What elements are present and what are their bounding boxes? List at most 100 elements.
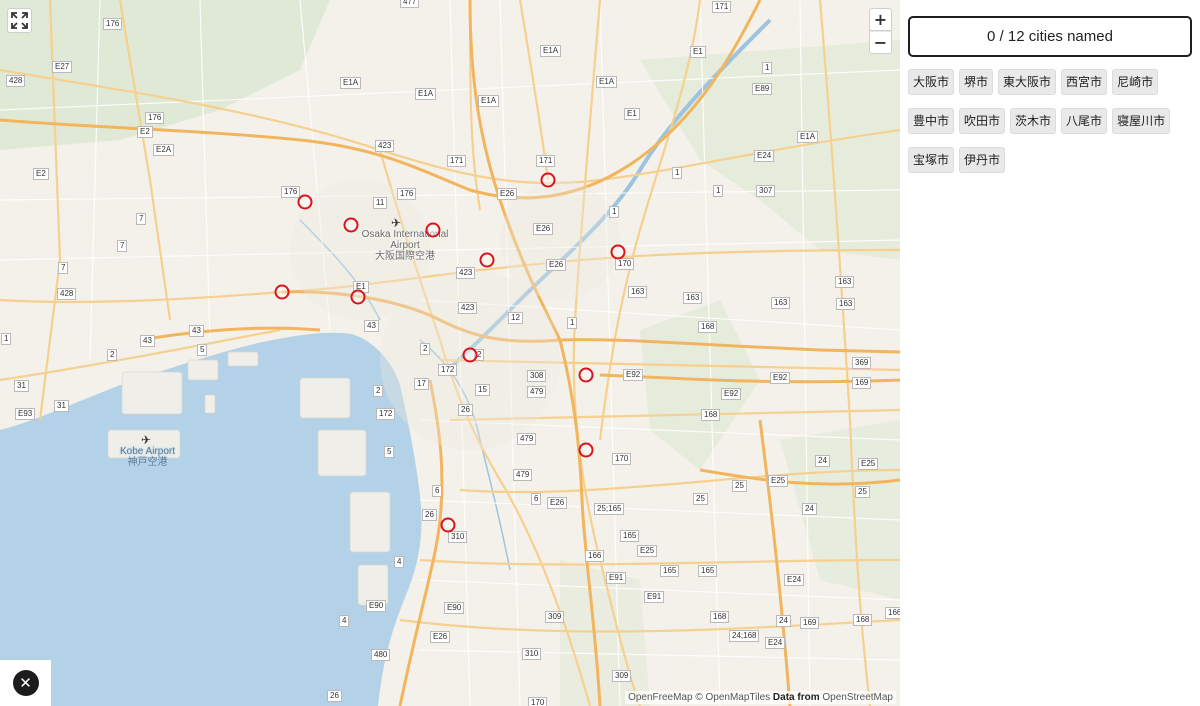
road-shield: E91	[644, 591, 665, 603]
road-shield: 5	[384, 446, 395, 458]
road-shield: E1A	[415, 88, 437, 100]
map-base	[0, 0, 900, 706]
road-shield: 24;168	[729, 630, 760, 642]
road-shield: 423	[375, 140, 395, 152]
road-shield: 2	[420, 343, 431, 355]
city-chip[interactable]: 大阪市	[908, 69, 955, 95]
road-shield: E25	[637, 545, 658, 557]
road-shield: E1	[690, 46, 706, 58]
city-marker[interactable]	[462, 347, 478, 363]
road-shield: 176	[281, 186, 301, 198]
city-marker[interactable]	[343, 217, 359, 233]
map-view[interactable]: 477 171 176 E1A E1 E27 1 428 E1A E1A E89 E1A E1A 176 E…	[0, 0, 900, 706]
road-shield: 25	[693, 493, 708, 505]
road-shield: 172	[376, 408, 396, 420]
road-shield: E2A	[153, 144, 175, 156]
road-shield: 31	[14, 380, 29, 392]
road-shield: 1	[762, 62, 773, 74]
road-shield: 7	[58, 262, 69, 274]
road-shield: 166	[885, 607, 900, 619]
road-shield: 5	[197, 344, 208, 356]
road-shield: 171	[447, 155, 467, 167]
road-shield: E91	[606, 572, 627, 584]
road-shield: 308	[527, 370, 547, 382]
road-shield: 2	[107, 349, 118, 361]
road-shield: E1A	[797, 131, 819, 143]
city-marker[interactable]	[297, 194, 313, 210]
fullscreen-button[interactable]	[7, 8, 32, 33]
zoom-in-button[interactable]: +	[869, 8, 892, 31]
road-shield: 26	[458, 404, 473, 416]
attribution-link-openfreemap[interactable]: OpenFreeMap	[628, 692, 692, 703]
quiz-panel: 0 / 12 cities named 大阪市 堺市 東大阪市 西宮市 尼崎市豊中市 吹田…	[900, 0, 1200, 706]
city-marker[interactable]	[350, 289, 366, 305]
city-chip[interactable]: 吹田市	[959, 108, 1006, 134]
map-attribution: OpenFreeMap © OpenMapTiles Data from Ope…	[625, 691, 896, 704]
road-shield: 1	[1, 333, 12, 345]
city-chip[interactable]: 豊中市	[908, 108, 955, 134]
road-shield: 2	[373, 385, 384, 397]
road-shield: 428	[57, 288, 77, 300]
road-shield: E25	[858, 458, 879, 470]
city-marker[interactable]	[578, 367, 594, 383]
road-shield: E92	[623, 369, 644, 381]
city-chip[interactable]: 八尾市	[1061, 108, 1108, 134]
road-shield: 43	[140, 335, 155, 347]
road-shield: E90	[366, 600, 387, 612]
close-icon[interactable]: ✕	[12, 670, 39, 696]
road-shield: 479	[513, 469, 533, 481]
attribution-link-openstreetmap[interactable]: OpenStreetMap	[822, 692, 893, 703]
road-shield: E26	[546, 259, 567, 271]
city-chip[interactable]: 西宮市	[1061, 69, 1108, 95]
road-shield: 307	[756, 185, 776, 197]
city-marker[interactable]	[578, 442, 594, 458]
road-shield: E90	[444, 602, 465, 614]
road-shield: 168	[853, 614, 873, 626]
road-shield: 4	[339, 615, 350, 627]
road-shield: 31	[54, 400, 69, 412]
fullscreen-icon	[11, 12, 28, 29]
attribution-data-from: Data from	[772, 692, 820, 703]
city-marker[interactable]	[440, 517, 456, 533]
road-shield: 163	[835, 276, 855, 288]
road-shield: 1	[609, 206, 620, 218]
city-chip[interactable]: 寝屋川市	[1112, 108, 1171, 134]
city-chip[interactable]: 尼崎市	[1112, 69, 1159, 95]
city-chip[interactable]: 堺市	[959, 69, 994, 95]
road-shield: 477	[400, 0, 420, 8]
road-shield: 479	[517, 433, 537, 445]
road-shield: 168	[701, 409, 721, 421]
road-shield: 25	[732, 480, 747, 492]
zoom-out-button[interactable]: −	[869, 31, 892, 54]
city-name-chips: 大阪市 堺市 東大阪市 西宮市 尼崎市豊中市 吹田市 茨木市 八尾市 寝屋川市宝塚市 伊丹市	[908, 69, 1196, 173]
city-marker[interactable]	[540, 172, 556, 188]
road-shield: 176	[397, 188, 417, 200]
osaka-airport-label: Osaka International Airport 大阪国際空港	[361, 229, 449, 262]
road-shield: 6	[432, 485, 443, 497]
road-shield: 165	[620, 530, 640, 542]
road-shield: 43	[364, 320, 379, 332]
city-chip[interactable]: 茨木市	[1010, 108, 1057, 134]
airport-icon: ✈	[141, 433, 152, 447]
city-chip[interactable]: 伊丹市	[959, 147, 1006, 173]
road-shield: 169	[800, 617, 820, 629]
city-marker[interactable]	[610, 244, 626, 260]
road-shield: E92	[721, 388, 742, 400]
city-marker[interactable]	[479, 252, 495, 268]
score-display: 0 / 12 cities named	[908, 16, 1192, 57]
road-shield: E2	[33, 168, 49, 180]
road-shield: 43	[189, 325, 204, 337]
road-shield: 170	[612, 453, 632, 465]
attribution-link-openmaptiles[interactable]: © OpenMapTiles	[695, 692, 770, 703]
city-marker[interactable]	[425, 222, 441, 238]
road-shield: 171	[712, 1, 732, 13]
road-shield: 26	[327, 690, 342, 702]
city-marker[interactable]	[274, 284, 290, 300]
road-shield: 172	[438, 364, 458, 376]
kobe-airport-label: Kobe Airport 神戸空港	[119, 446, 176, 468]
city-chip[interactable]: 宝塚市	[908, 147, 955, 173]
city-chip[interactable]: 東大阪市	[998, 69, 1057, 95]
road-shield: E92	[770, 372, 791, 384]
road-shield: 165	[660, 565, 680, 577]
road-shield: 163	[771, 297, 791, 309]
